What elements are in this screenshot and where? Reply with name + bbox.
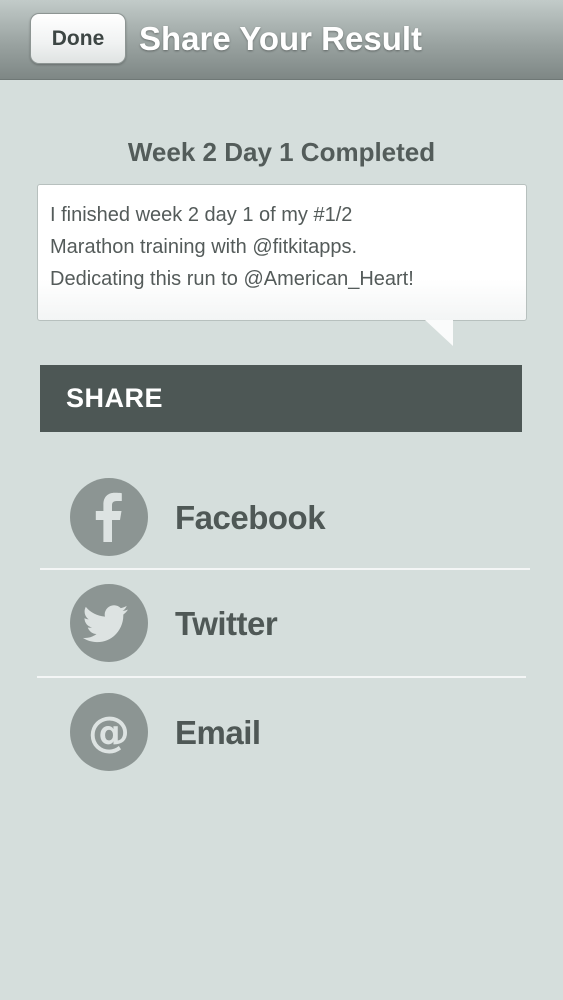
share-option-label: Email — [175, 714, 261, 751]
twitter-icon — [70, 584, 148, 662]
share-message-field[interactable]: I finished week 2 day 1 of my #1/2 Marat… — [37, 184, 527, 321]
workout-status-title: Week 2 Day 1 Completed — [127, 137, 436, 167]
divider — [40, 568, 530, 570]
page-title: Share Your Result — [139, 20, 423, 57]
message-line: I finished week 2 day 1 of my #1/2 — [50, 204, 353, 226]
share-option-facebook[interactable]: Facebook — [40, 468, 530, 568]
done-button[interactable]: Done — [30, 13, 126, 64]
at-sign-icon: @ — [70, 693, 148, 771]
share-option-label: Facebook — [175, 499, 326, 536]
share-option-twitter[interactable]: Twitter — [40, 574, 530, 674]
share-section-header: SHARE — [40, 365, 522, 432]
share-header-label: SHARE — [66, 383, 164, 413]
share-option-label: Twitter — [175, 605, 278, 642]
facebook-icon — [70, 478, 148, 556]
svg-text:@: @ — [88, 707, 130, 756]
navigation-bar: Done Share Your Result — [0, 0, 563, 80]
share-option-email[interactable]: @ Email — [40, 683, 530, 783]
divider — [37, 676, 526, 678]
speech-bubble-tail — [425, 320, 453, 346]
message-line: Dedicating this run to @American_Heart! — [50, 268, 414, 290]
message-line: Marathon training with @fitkitapps. — [50, 236, 358, 258]
